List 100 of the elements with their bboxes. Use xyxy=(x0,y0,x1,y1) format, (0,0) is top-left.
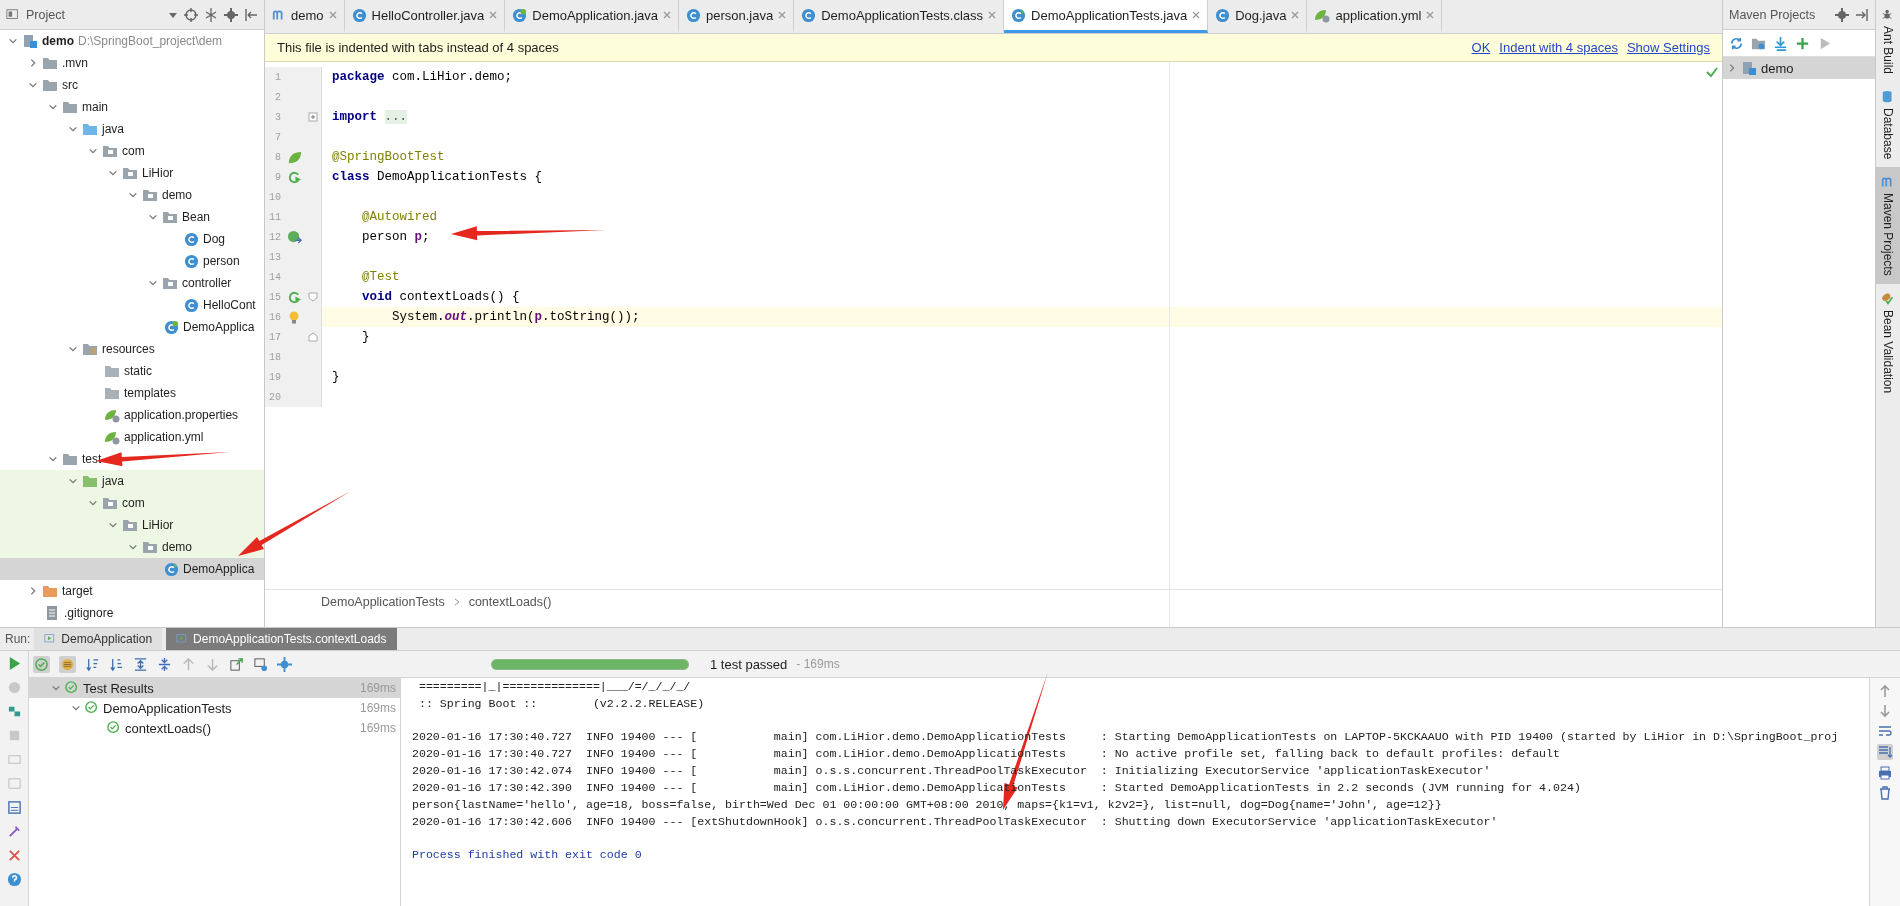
chevron-down-icon[interactable] xyxy=(88,146,98,156)
test-tree-item[interactable]: contextLoads() 169ms xyxy=(29,718,400,738)
close-icon[interactable] xyxy=(489,11,498,19)
export-icon[interactable] xyxy=(229,656,244,672)
history-icon[interactable] xyxy=(253,656,268,672)
target-icon[interactable] xyxy=(184,7,198,22)
close-icon[interactable] xyxy=(1192,11,1201,19)
notice-link[interactable]: Show Settings xyxy=(1626,40,1710,55)
editor-tab[interactable]: application.yml xyxy=(1307,0,1443,33)
console-icon[interactable] xyxy=(6,800,22,815)
pin-icon[interactable] xyxy=(6,824,22,839)
lightbulb-icon[interactable] xyxy=(287,310,301,324)
print-icon[interactable] xyxy=(1878,766,1892,780)
tree-item[interactable]: java xyxy=(0,470,264,492)
layout-icon[interactable] xyxy=(6,704,22,719)
soft-wrap-icon[interactable] xyxy=(1878,724,1892,738)
settings-icon[interactable] xyxy=(277,656,292,672)
hide-panel-icon[interactable] xyxy=(244,7,258,22)
breadcrumb-item[interactable]: contextLoads() xyxy=(468,595,552,609)
chevron-down-icon[interactable] xyxy=(148,212,158,222)
tree-item[interactable]: resources xyxy=(0,338,264,360)
arrow-up-icon[interactable] xyxy=(1878,684,1892,698)
side-tab[interactable]: Ant Build xyxy=(1876,0,1900,83)
tree-item[interactable]: static xyxy=(0,360,264,382)
show-ignored-icon[interactable] xyxy=(60,656,75,672)
chevron-down-icon[interactable] xyxy=(148,278,158,288)
chevron-right-icon[interactable] xyxy=(1727,63,1737,73)
chevron-down-icon[interactable] xyxy=(108,520,118,530)
sort-icon[interactable] xyxy=(85,656,100,672)
tree-item[interactable]: target xyxy=(0,580,264,602)
expand-all-icon[interactable] xyxy=(133,656,148,672)
chevron-down-icon[interactable] xyxy=(68,476,78,486)
close-icon[interactable] xyxy=(1426,11,1435,19)
close-icon[interactable] xyxy=(988,11,997,19)
bean-navigate-icon[interactable] xyxy=(286,229,302,245)
tree-item[interactable]: com xyxy=(0,140,264,162)
close-icon[interactable] xyxy=(328,11,337,19)
editor-tab[interactable]: DemoApplicationTests.java xyxy=(1004,0,1209,33)
tree-item[interactable]: java xyxy=(0,118,264,140)
tree-item[interactable]: LiHior xyxy=(0,514,264,536)
close-icon[interactable] xyxy=(6,848,22,863)
fold-end-icon[interactable] xyxy=(308,332,318,342)
chevron-down-icon[interactable] xyxy=(88,498,98,508)
run-tab[interactable]: DemoApplicationTests.contextLoads xyxy=(166,628,397,650)
tree-item[interactable]: demo D:\SpringBoot_project\dem xyxy=(0,30,264,52)
fold-expand-icon[interactable] xyxy=(308,112,318,122)
settings-icon[interactable] xyxy=(224,7,238,22)
chevron-down-icon[interactable] xyxy=(128,542,138,552)
tree-item[interactable]: controller xyxy=(0,272,264,294)
settings-icon[interactable] xyxy=(1835,7,1849,22)
tree-item[interactable]: src xyxy=(0,74,264,96)
collapse-all-icon[interactable] xyxy=(157,656,172,672)
collapse-icon[interactable] xyxy=(204,7,218,22)
close-icon[interactable] xyxy=(778,11,787,19)
editor-tab[interactable]: Dog.java xyxy=(1208,0,1308,33)
close-icon[interactable] xyxy=(1291,11,1300,19)
run-tab[interactable]: DemoApplication xyxy=(34,628,163,650)
tree-item[interactable]: test xyxy=(0,448,264,470)
test-tree-item[interactable]: DemoApplicationTests 169ms xyxy=(29,698,400,718)
editor-tab[interactable]: person.java xyxy=(679,0,795,33)
run-test-icon[interactable] xyxy=(286,169,302,185)
chevron-down-icon[interactable] xyxy=(8,36,18,46)
chevron-down-icon[interactable] xyxy=(48,454,58,464)
editor-tab[interactable]: demo xyxy=(265,0,345,33)
tree-item[interactable]: demo xyxy=(0,184,264,206)
plus-icon[interactable] xyxy=(1795,35,1810,51)
chevron-down-icon[interactable] xyxy=(68,344,78,354)
chevron-down-icon[interactable] xyxy=(108,168,118,178)
side-tab[interactable]: Bean Validation xyxy=(1876,284,1900,402)
hide-panel-icon[interactable] xyxy=(1855,7,1869,22)
side-tab[interactable]: Database xyxy=(1876,82,1900,168)
tree-item[interactable]: demo xyxy=(0,536,264,558)
tree-item[interactable]: demo xyxy=(1723,57,1875,79)
sort-duration-icon[interactable] xyxy=(109,656,124,672)
editor-tab[interactable]: DemoApplication.java xyxy=(505,0,679,33)
tree-item[interactable]: application.properties xyxy=(0,404,264,426)
show-passed-icon[interactable] xyxy=(34,656,49,672)
tree-item[interactable]: DemoApplica xyxy=(0,558,264,580)
download-icon[interactable] xyxy=(1773,35,1788,51)
run-test-icon[interactable] xyxy=(286,289,302,305)
side-tab[interactable]: Maven Projects xyxy=(1876,167,1900,285)
chevron-right-icon[interactable] xyxy=(28,58,38,68)
editor-tab[interactable]: HelloController.java xyxy=(344,0,506,33)
breadcrumb-item[interactable]: DemoApplicationTests xyxy=(321,595,445,609)
arrow-up-icon[interactable] xyxy=(181,656,196,672)
trash-icon[interactable] xyxy=(1878,786,1892,800)
arrow-down-icon[interactable] xyxy=(1878,704,1892,718)
tree-item[interactable]: HelloCont xyxy=(0,294,264,316)
chevron-down-icon[interactable] xyxy=(68,124,78,134)
arrow-down-icon[interactable] xyxy=(205,656,220,672)
test-tree-item[interactable]: Test Results 169ms xyxy=(29,678,400,698)
tree-item[interactable]: main xyxy=(0,96,264,118)
tree-item[interactable]: Dog xyxy=(0,228,264,250)
notice-link[interactable]: Indent with 4 spaces xyxy=(1499,40,1618,55)
fold-icon[interactable] xyxy=(308,292,318,302)
chevron-down-icon[interactable] xyxy=(28,80,38,90)
close-icon[interactable] xyxy=(663,11,671,19)
notice-link[interactable]: OK xyxy=(1471,40,1491,55)
chevron-down-icon[interactable] xyxy=(48,102,58,112)
tree-item[interactable]: Bean xyxy=(0,206,264,228)
